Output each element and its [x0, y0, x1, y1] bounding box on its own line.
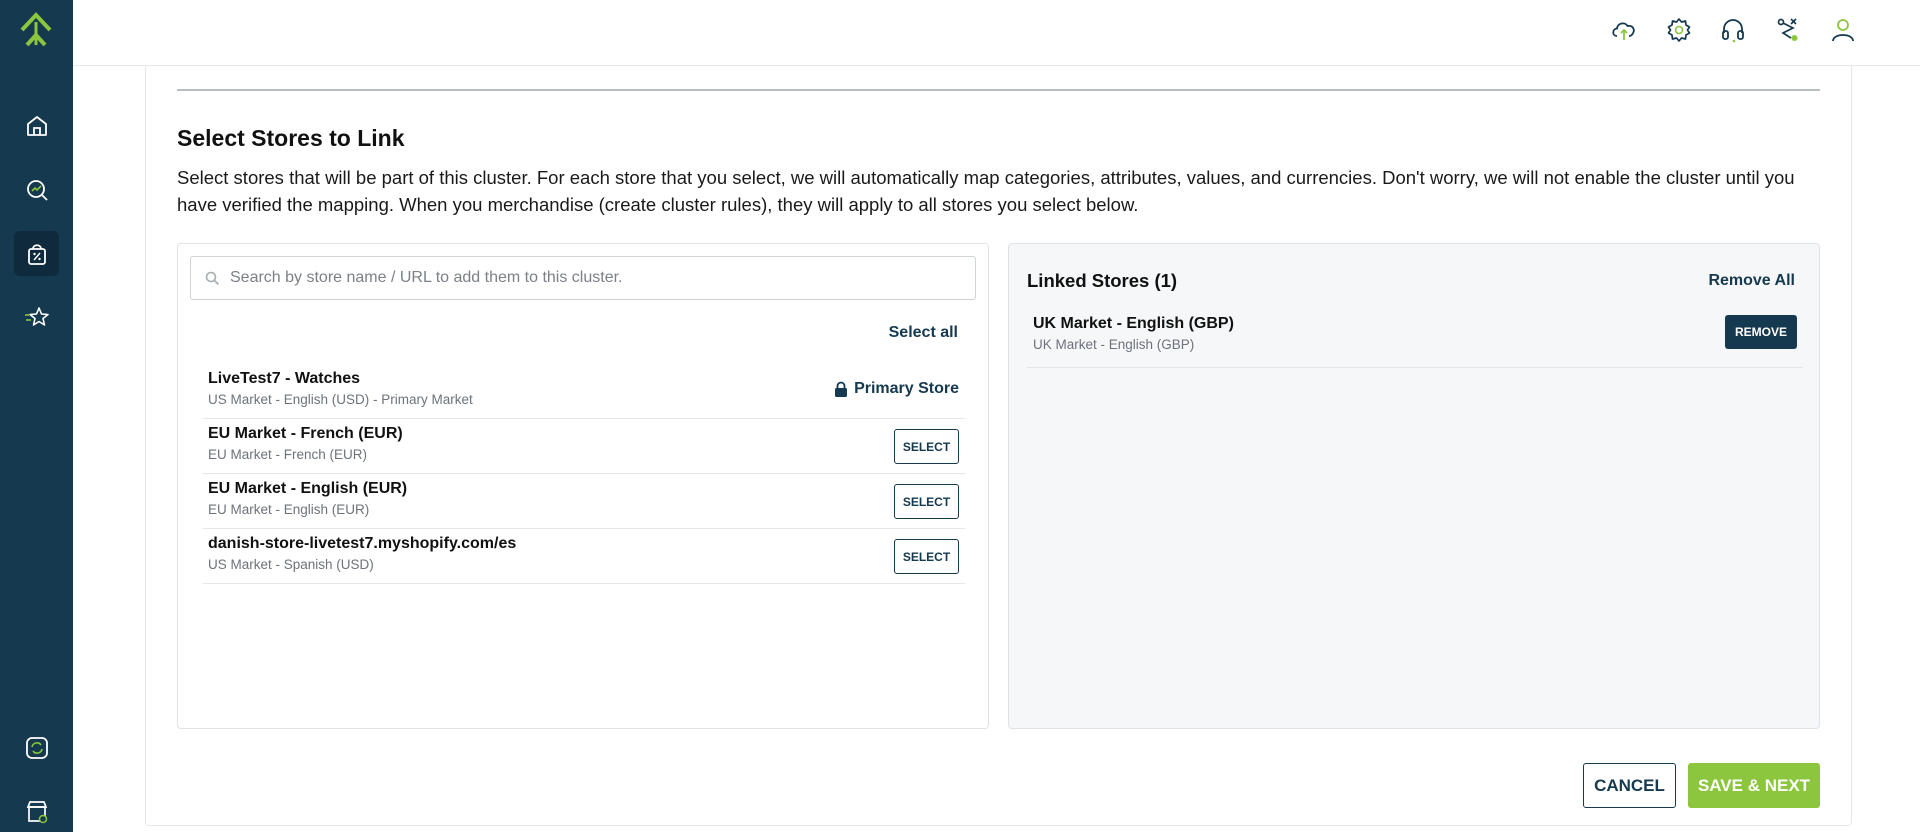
integrations-button[interactable]: [1772, 14, 1804, 46]
store-row: LiveTest7 - Watches US Market - English …: [203, 364, 965, 419]
home-icon: [26, 115, 47, 136]
store-list: LiveTest7 - Watches US Market - English …: [203, 364, 965, 584]
cloud-upload-icon: [1612, 22, 1635, 40]
cloud-upload-button[interactable]: [1608, 14, 1640, 46]
store-row: EU Market - French (EUR) EU Market - Fre…: [203, 419, 965, 474]
user-profile-button[interactable]: [1827, 14, 1859, 46]
store-subtitle: EU Market - French (EUR): [208, 447, 368, 462]
primary-store-badge: Primary Store: [834, 380, 959, 398]
store-row: EU Market - English (EUR) EU Market - En…: [203, 474, 965, 529]
store-subtitle: US Market - English (USD) - Primary Mark…: [208, 392, 473, 407]
store-subtitle: EU Market - English (EUR): [208, 502, 370, 517]
top-header: [73, 0, 1920, 66]
route-icon: [1777, 18, 1798, 41]
linked-stores-title: Linked Stores (1): [1027, 270, 1178, 291]
save-and-next-button[interactable]: SAVE & NEXT: [1688, 763, 1820, 808]
store-name: EU Market - French (EUR): [208, 425, 403, 442]
sidebar: [0, 0, 73, 832]
search-icon: [205, 271, 220, 285]
linked-store-subtitle: UK Market - English (GBP): [1033, 337, 1195, 352]
select-store-button[interactable]: SELECT: [894, 429, 959, 464]
primary-store-label: Primary Store: [854, 380, 959, 397]
sidebar-item-merchandising[interactable]: [14, 231, 59, 276]
page-description: Select stores that will be part of this …: [177, 167, 1795, 215]
analytics-search-icon: [26, 179, 48, 201]
remove-store-button[interactable]: REMOVE: [1725, 315, 1797, 349]
headset-icon: [1722, 19, 1744, 43]
sync-icon: [25, 736, 48, 759]
store-name: LiveTest7 - Watches: [208, 370, 361, 387]
settings-button[interactable]: [1663, 14, 1695, 46]
lock-icon: [835, 381, 848, 397]
chevron-up-logo-icon[interactable]: [19, 12, 53, 48]
remove-all-link[interactable]: Remove All: [1708, 272, 1795, 290]
sidebar-item-favorites[interactable]: [14, 295, 59, 340]
store-settings-icon: [26, 800, 47, 823]
sidebar-item-home[interactable]: [14, 103, 59, 148]
star-list-icon: [24, 306, 49, 326]
section-divider: [177, 89, 1820, 91]
store-name: danish-store-livetest7.myshopify.com/es: [208, 535, 517, 552]
linked-store-name: UK Market - English (GBP): [1033, 315, 1234, 332]
linked-store-row: UK Market - English (GBP) UK Market - En…: [1027, 313, 1803, 368]
select-store-button[interactable]: SELECT: [894, 484, 959, 519]
cancel-button[interactable]: CANCEL: [1583, 763, 1676, 808]
linked-stores-panel: Linked Stores (1) Remove All UK Market -…: [1008, 243, 1820, 729]
support-button[interactable]: [1717, 14, 1749, 46]
sidebar-item-sync[interactable]: [14, 725, 59, 770]
user-icon: [1832, 19, 1854, 42]
store-search-input[interactable]: [230, 269, 950, 287]
available-stores-panel: Select all LiveTest7 - Watches US Market…: [177, 243, 989, 729]
page-title: Select Stores to Link: [177, 125, 405, 151]
store-search-box[interactable]: [190, 256, 976, 300]
select-all-link[interactable]: Select all: [889, 324, 958, 342]
store-row: danish-store-livetest7.myshopify.com/es …: [203, 529, 965, 584]
store-subtitle: US Market - Spanish (USD): [208, 557, 374, 572]
shopping-bag-percent-icon: [27, 243, 46, 265]
sidebar-item-store-settings[interactable]: [14, 789, 59, 832]
select-store-button[interactable]: SELECT: [894, 539, 959, 574]
sidebar-item-analytics[interactable]: [14, 167, 59, 212]
gear-icon: [1667, 18, 1691, 42]
store-name: EU Market - English (EUR): [208, 480, 408, 497]
